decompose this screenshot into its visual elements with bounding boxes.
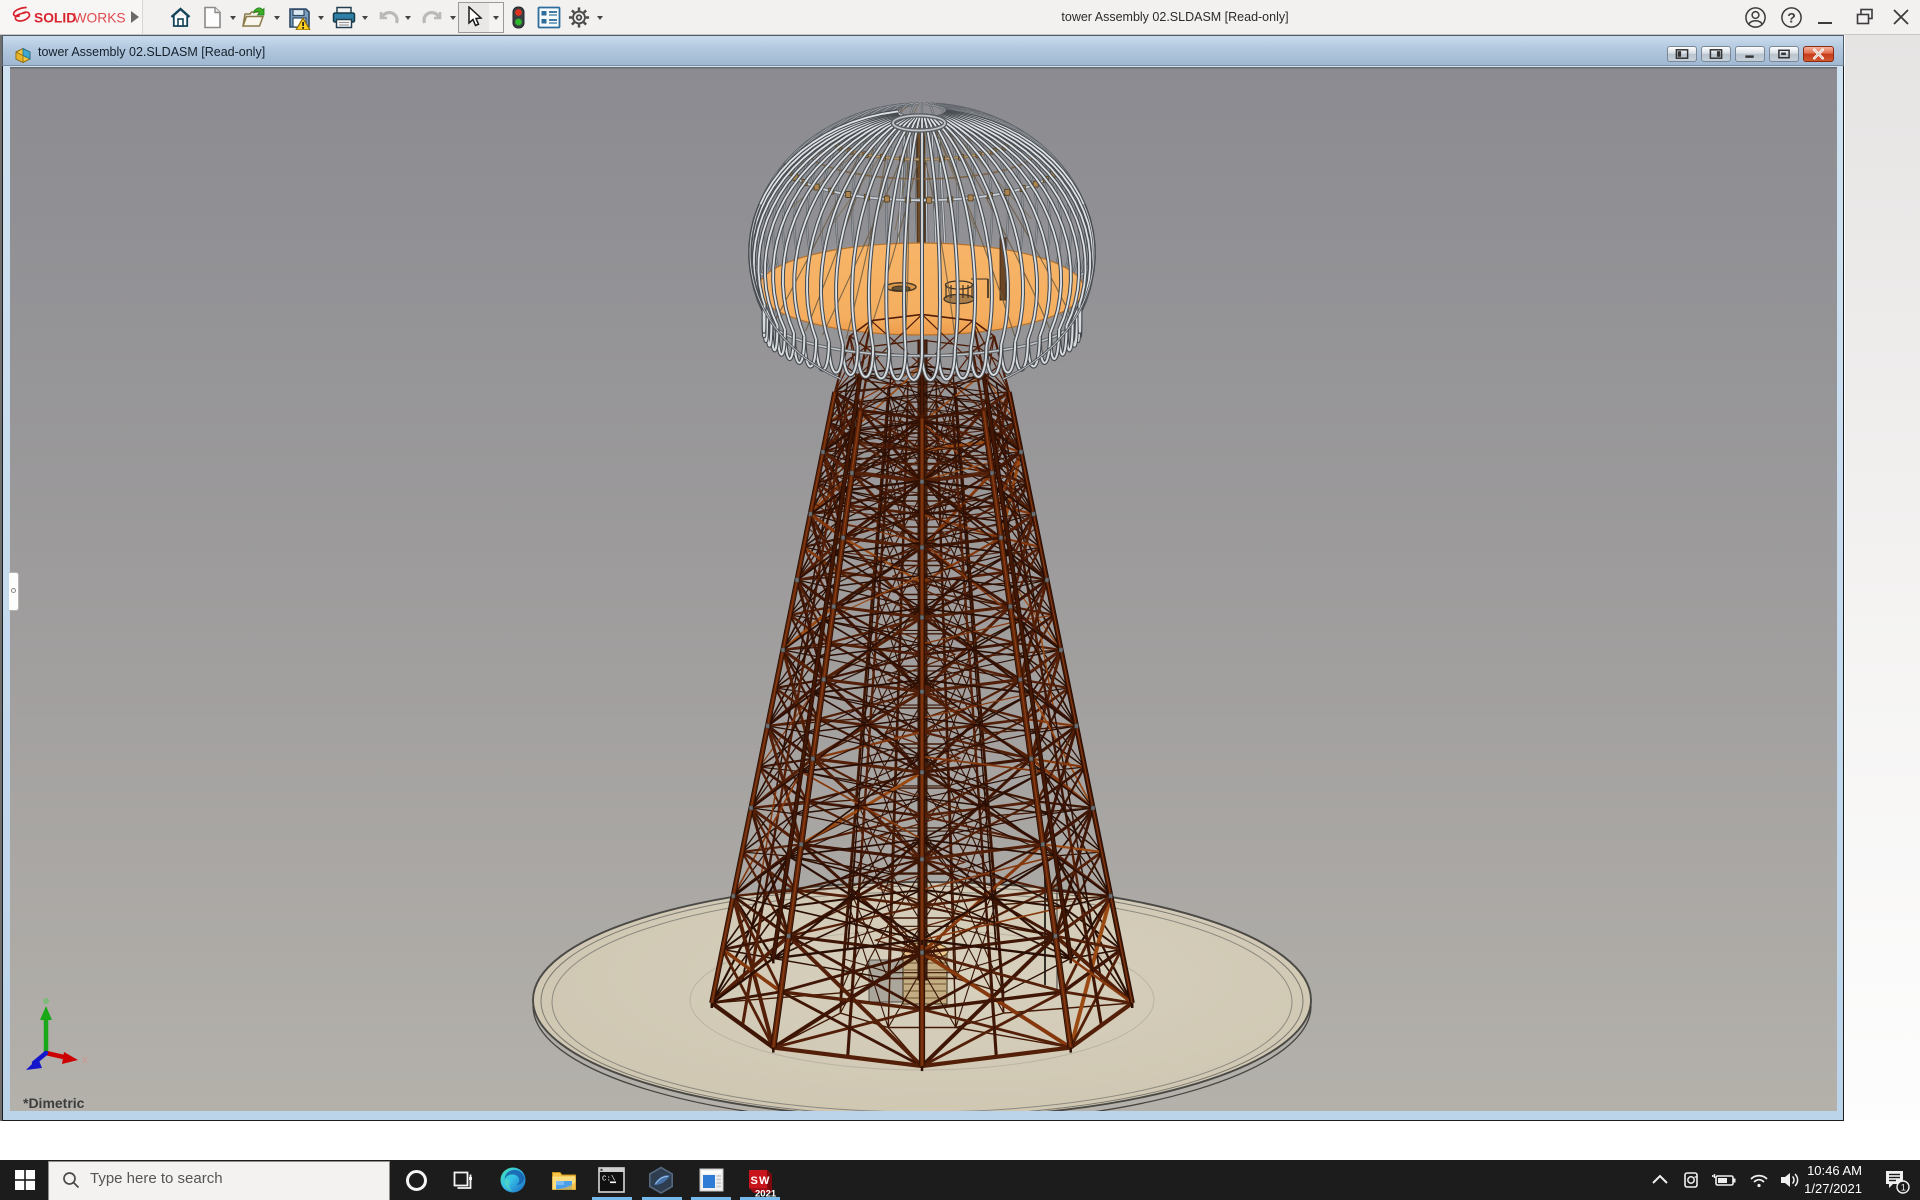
svg-text:W: W: [759, 1175, 770, 1187]
svg-text:WORKS: WORKS: [74, 11, 126, 26]
svg-text:SOLID: SOLID: [34, 11, 76, 26]
svg-text:x: x: [82, 1054, 88, 1066]
svg-text:1: 1: [1901, 1183, 1906, 1193]
svg-text:*Dimetric: *Dimetric: [23, 1095, 85, 1111]
svg-text:S: S: [751, 1175, 758, 1187]
svg-text:?: ?: [1787, 9, 1796, 25]
